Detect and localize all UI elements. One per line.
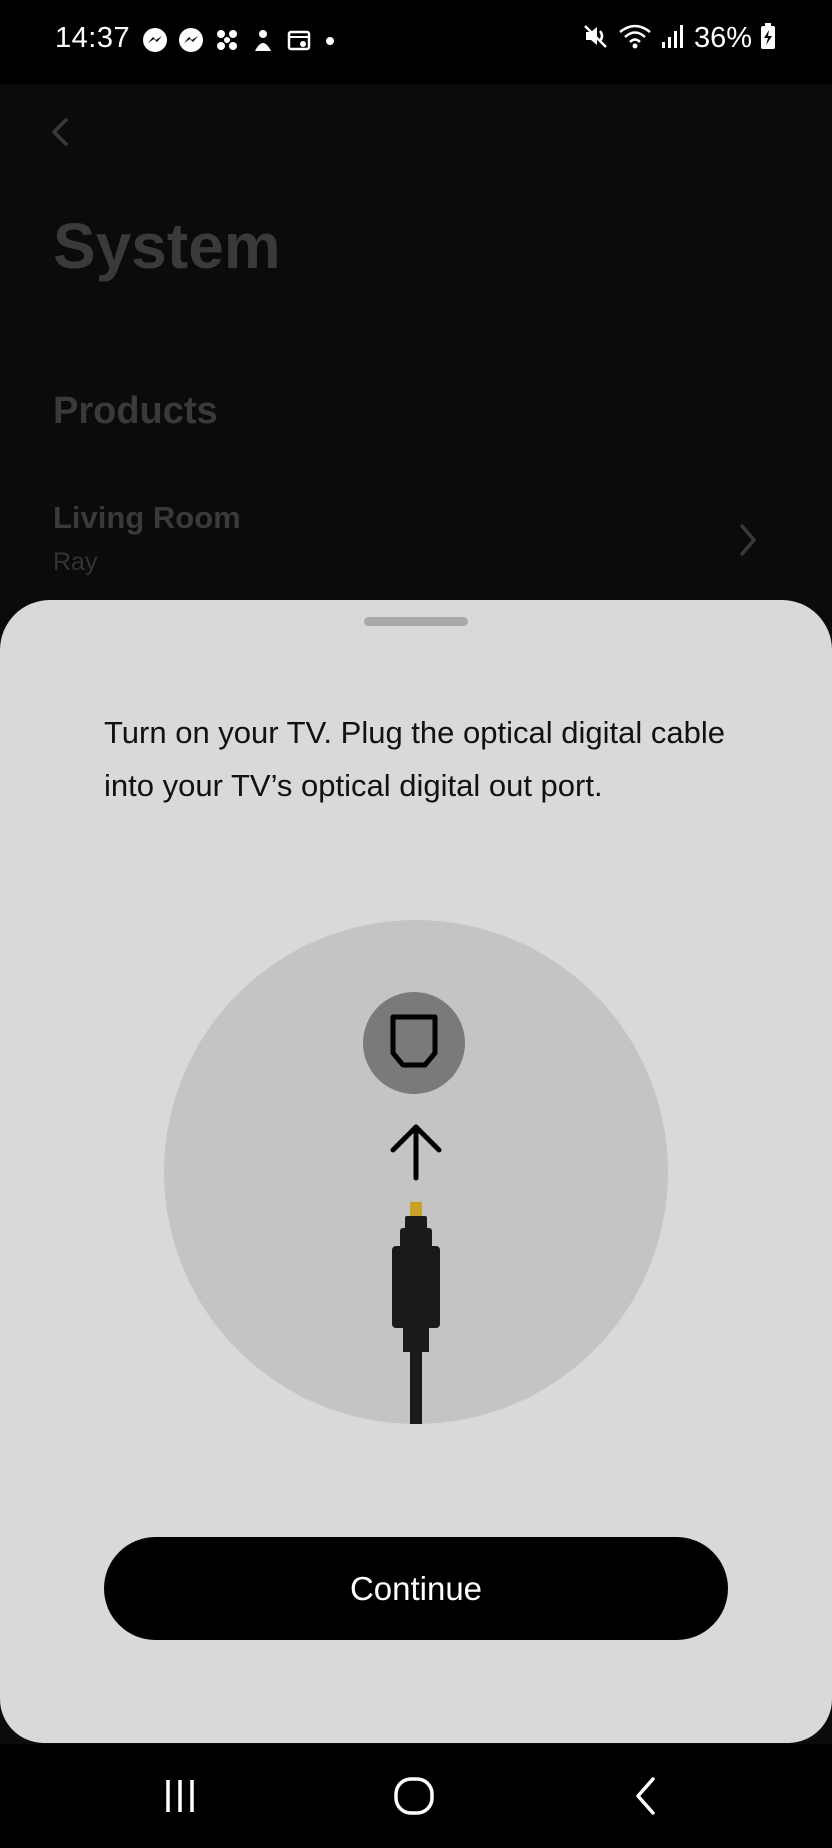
app-icon [250, 27, 276, 53]
product-name: Living Room [53, 500, 241, 535]
recent-apps-icon [166, 1780, 194, 1812]
recent-apps-button[interactable] [150, 1770, 210, 1822]
screen: 14:37 36% System Products Living Room Ra… [0, 0, 832, 1848]
back-icon [636, 1777, 655, 1815]
chevron-left-icon [52, 118, 68, 146]
wifi-icon [618, 22, 652, 55]
system-icons: 36% [582, 22, 776, 55]
navigation-bar [0, 1744, 832, 1848]
setup-bottom-sheet: Turn on your TV. Plug the optical digita… [0, 600, 832, 1743]
optical-cable-illustration [164, 920, 668, 1424]
section-title-products: Products [53, 390, 218, 432]
sheet-drag-handle[interactable] [364, 617, 468, 626]
battery-percent: 36% [693, 22, 752, 54]
status-bar: 14:37 36% [0, 0, 832, 84]
battery-charging-icon [760, 22, 776, 55]
signal-icon [660, 22, 686, 55]
app-icon [214, 27, 240, 53]
notification-icons [142, 27, 338, 53]
home-button[interactable] [384, 1770, 444, 1822]
back-button[interactable] [40, 110, 80, 154]
instruction-text: Turn on your TV. Plug the optical digita… [104, 715, 725, 803]
dot-icon [322, 27, 338, 53]
back-nav-button[interactable] [616, 1770, 676, 1822]
home-icon [394, 1777, 434, 1815]
calendar-icon [286, 27, 312, 53]
optical-port-icon [363, 992, 465, 1094]
status-time: 14:37 [55, 22, 131, 54]
continue-button[interactable]: Continue [104, 1537, 728, 1640]
mute-icon [582, 22, 610, 55]
messenger-icon [178, 27, 204, 53]
product-row-living-room[interactable]: Living Room Ray [0, 496, 832, 588]
product-model: Ray [53, 548, 98, 576]
messenger-icon [142, 27, 168, 53]
page-title: System [53, 210, 281, 282]
chevron-right-icon [740, 524, 756, 556]
